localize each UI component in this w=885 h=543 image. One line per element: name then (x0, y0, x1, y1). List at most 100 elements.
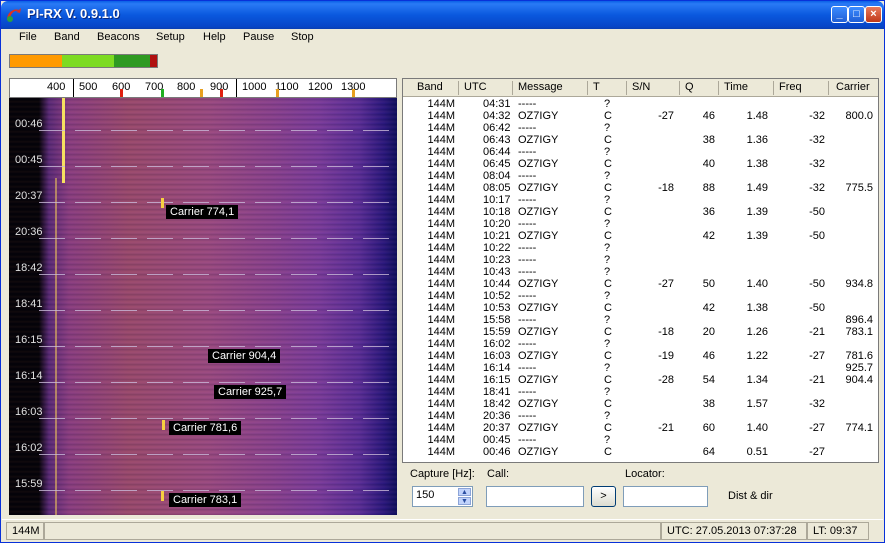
table-row[interactable]: 144M 06:45 OZ7IGY C 40 1.38 -32 (403, 158, 878, 170)
cell-freq: -21 (809, 374, 825, 386)
menu-band[interactable]: Band (54, 31, 80, 43)
table-row[interactable]: 144M 16:14 -----? 925.7 (403, 362, 878, 374)
cell-band: 144M (427, 230, 455, 242)
capture-spin-down[interactable]: ▼ (458, 497, 471, 505)
cell-utc: 15:59 (483, 326, 511, 338)
cell-snr: -18 (658, 182, 674, 194)
decode-table[interactable]: Band UTC Message T S/N Q Time Freq Carri… (402, 78, 879, 463)
table-row[interactable]: 144M 10:44 OZ7IGY C -27 50 1.40 -50 934.8 (403, 278, 878, 290)
cell-type: C (604, 206, 612, 218)
app-window: PI-RX V. 0.9.1.0 _ □ × File Band Beacons… (0, 0, 885, 543)
column-header-t[interactable]: T (593, 81, 600, 93)
menu-beacons[interactable]: Beacons (97, 31, 140, 43)
capture-spin-up[interactable]: ▲ (458, 488, 471, 496)
table-row[interactable]: 144M 10:23 -----? (403, 254, 878, 266)
cell-quality: 42 (702, 230, 715, 242)
cell-snr: -27 (658, 278, 674, 290)
table-row[interactable]: 144M 20:36 -----? (403, 410, 878, 422)
column-header-message[interactable]: Message (518, 81, 563, 93)
minimize-button[interactable]: _ (831, 6, 848, 23)
table-row[interactable]: 144M 06:42 -----? (403, 122, 878, 134)
cell-message: ----- (518, 410, 537, 422)
table-row[interactable]: 144M 10:52 -----? (403, 290, 878, 302)
cell-band: 144M (427, 206, 455, 218)
table-row[interactable]: 144M 10:43 -----? (403, 266, 878, 278)
menu-help[interactable]: Help (203, 31, 226, 43)
table-row[interactable]: 144M 10:20 -----? (403, 218, 878, 230)
status-local-time: LT: 09:37 (807, 522, 869, 540)
menu-pause[interactable]: Pause (243, 31, 274, 43)
table-row[interactable]: 144M 10:17 -----? (403, 194, 878, 206)
level-segment-green (114, 55, 150, 67)
cell-type: C (604, 326, 612, 338)
cell-band: 144M (427, 134, 455, 146)
table-row[interactable]: 144M 18:42 OZ7IGY C 38 1.57 -32 (403, 398, 878, 410)
column-header-time[interactable]: Time (724, 81, 748, 93)
column-header-sn[interactable]: S/N (632, 81, 650, 93)
table-row[interactable]: 144M 10:53 OZ7IGY C 42 1.38 -50 (403, 302, 878, 314)
waterfall-separator (39, 346, 397, 347)
cell-time: 1.22 (746, 350, 768, 362)
maximize-button[interactable]: □ (848, 6, 865, 23)
table-row[interactable]: 144M 15:58 -----? 896.4 (403, 314, 878, 326)
cell-message: OZ7IGY (518, 110, 559, 122)
cell-type: C (604, 446, 612, 458)
waterfall-time-label: 16:14 (15, 370, 43, 382)
carrier-label: Carrier 781,6 (169, 421, 242, 435)
table-row[interactable]: 144M 15:59 OZ7IGY C -18 20 1.26 -21 783.1 (403, 326, 878, 338)
table-row[interactable]: 144M 18:41 -----? (403, 386, 878, 398)
menu-stop[interactable]: Stop (291, 31, 314, 43)
cell-message: OZ7IGY (518, 182, 559, 194)
column-header-q[interactable]: Q (685, 81, 694, 93)
table-row[interactable]: 144M 08:05 OZ7IGY C -18 88 1.49 -32 775.5 (403, 182, 878, 194)
call-input[interactable] (486, 486, 584, 507)
table-row[interactable]: 144M 08:04 -----? (403, 170, 878, 182)
title-bar: PI-RX V. 0.9.1.0 _ □ × (1, 1, 884, 29)
table-row[interactable]: 144M 10:22 -----? (403, 242, 878, 254)
table-body: 144M 04:31 -----? 144M 04:32 OZ7IGY C -27 46 1.48… (403, 98, 878, 458)
locator-input[interactable] (623, 486, 708, 507)
menu-setup[interactable]: Setup (156, 31, 185, 43)
waterfall-time-label: 16:03 (15, 406, 43, 418)
table-row[interactable]: 144M 16:02 -----? (403, 338, 878, 350)
menu-file[interactable]: File (19, 31, 37, 43)
cell-band: 144M (427, 266, 455, 278)
column-header-utc[interactable]: UTC (464, 81, 487, 93)
lookup-button[interactable]: > (591, 486, 616, 507)
column-header-band[interactable]: Band (417, 81, 443, 93)
cell-quality: 40 (702, 158, 715, 170)
table-row[interactable]: 144M 20:37 OZ7IGY C -21 60 1.40 -27 774.1 (403, 422, 878, 434)
cell-time: 1.39 (746, 206, 768, 218)
cell-band: 144M (427, 278, 455, 290)
table-row[interactable]: 144M 16:03 OZ7IGY C -19 46 1.22 -27 781.6 (403, 350, 878, 362)
waterfall-separator (39, 130, 397, 131)
level-segment-orange (10, 55, 62, 67)
cell-utc: 20:36 (483, 410, 511, 422)
cell-message: OZ7IGY (518, 278, 559, 290)
cell-time: 1.49 (746, 182, 768, 194)
cell-message: ----- (518, 122, 537, 134)
table-row[interactable]: 144M 10:21 OZ7IGY C 42 1.39 -50 (403, 230, 878, 242)
cell-band: 144M (427, 110, 455, 122)
column-header-carrier[interactable]: Carrier (836, 81, 870, 93)
cell-freq: -27 (809, 350, 825, 362)
close-button[interactable]: × (865, 6, 882, 23)
cell-band: 144M (427, 122, 455, 134)
cell-type: C (604, 110, 612, 122)
table-row[interactable]: 144M 16:15 OZ7IGY C -28 54 1.34 -21 904.4 (403, 374, 878, 386)
table-row[interactable]: 144M 00:45 -----? (403, 434, 878, 446)
table-row[interactable]: 144M 00:46 OZ7IGY C 64 0.51 -27 (403, 446, 878, 458)
column-header-freq[interactable]: Freq (779, 81, 802, 93)
table-row[interactable]: 144M 04:32 OZ7IGY C -27 46 1.48 -32 800.0 (403, 110, 878, 122)
cell-quality: 46 (702, 350, 715, 362)
table-row[interactable]: 144M 04:31 -----? (403, 98, 878, 110)
cell-carrier: 800.0 (845, 110, 873, 122)
ruler-marker-red (220, 89, 223, 97)
table-row[interactable]: 144M 06:43 OZ7IGY C 38 1.36 -32 (403, 134, 878, 146)
table-row[interactable]: 144M 06:44 -----? (403, 146, 878, 158)
cell-band: 144M (427, 422, 455, 434)
ruler-marker-red (120, 89, 123, 97)
waterfall-time-label: 18:41 (15, 298, 43, 310)
waterfall-display[interactable]: 00:46 00:45 20:37 20:36 18:42 18:41 16:1… (9, 98, 397, 515)
table-row[interactable]: 144M 10:18 OZ7IGY C 36 1.39 -50 (403, 206, 878, 218)
